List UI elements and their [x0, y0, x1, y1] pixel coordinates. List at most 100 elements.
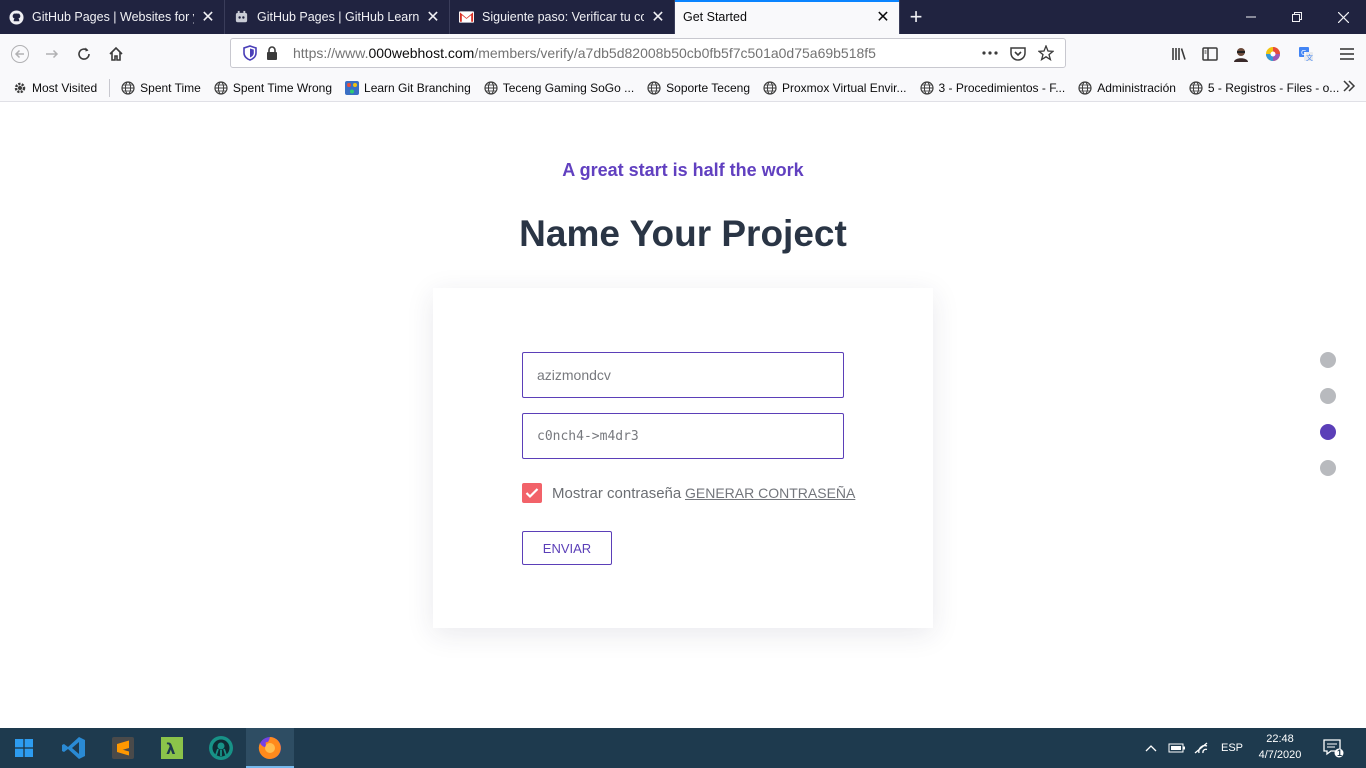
- pocket-icon[interactable]: [1007, 42, 1029, 64]
- step-dot-1[interactable]: [1320, 352, 1336, 368]
- vscode-taskbar-icon[interactable]: [50, 728, 98, 768]
- bookmark-most-visited[interactable]: Most Visited: [12, 80, 97, 96]
- action-center-button[interactable]: 1: [1322, 728, 1344, 768]
- generate-password-link[interactable]: GENERAR CONTRASEÑA: [685, 485, 855, 501]
- minimize-button[interactable]: [1228, 0, 1274, 34]
- bookmark-label: Learn Git Branching: [364, 80, 471, 95]
- color-wheel-icon[interactable]: [1257, 38, 1289, 70]
- password-input[interactable]: c0nch4->m4dr3: [522, 413, 844, 459]
- star-icon[interactable]: [1035, 42, 1057, 64]
- gear-icon: [12, 80, 28, 96]
- tab-title: GitHub Pages | Websites for you: [32, 10, 194, 24]
- battery-icon[interactable]: [1168, 728, 1186, 768]
- bookmark-label: Teceng Gaming SoGo ...: [502, 80, 635, 95]
- bookmark-teceng-gaming[interactable]: Teceng Gaming SoGo ...: [483, 80, 634, 96]
- tab-github-pages[interactable]: GitHub Pages | Websites for you ✕: [0, 0, 225, 34]
- bookmark-separator: [109, 78, 111, 97]
- bookmark-label: Proxmox Virtual Envir...: [782, 80, 907, 95]
- wifi-icon[interactable]: [1194, 728, 1210, 768]
- close-window-button[interactable]: [1320, 0, 1366, 34]
- bookmark-administracion[interactable]: Administración: [1077, 80, 1176, 96]
- globe-icon: [1077, 80, 1093, 96]
- bookmark-label: Most Visited: [32, 80, 98, 95]
- show-password-label[interactable]: Mostrar contraseña: [552, 485, 681, 502]
- git-branch-icon: [344, 80, 360, 96]
- page-tagline: A great start is half the work: [562, 160, 804, 180]
- bookmark-spent-time-wrong[interactable]: Spent Time Wrong: [213, 80, 332, 96]
- clock-date: 4/7/2020: [1258, 749, 1302, 761]
- page-content: A great start is half the work Name Your…: [0, 102, 1366, 728]
- clock[interactable]: 22:48 4/7/2020: [1252, 731, 1308, 763]
- language-indicator[interactable]: ESP: [1221, 728, 1243, 768]
- step-dot-2[interactable]: [1320, 388, 1336, 404]
- bookmark-label: Spent Time Wrong: [232, 80, 333, 95]
- bookmark-label: Spent Time: [140, 80, 201, 95]
- firefox-taskbar-icon[interactable]: [246, 728, 294, 768]
- step-indicator: [1320, 352, 1336, 496]
- more-actions-icon[interactable]: [979, 42, 1001, 64]
- submit-button[interactable]: ENVIAR: [522, 531, 612, 565]
- url-text: https://www.000webhost.com/members/verif…: [293, 45, 979, 61]
- tab-get-started[interactable]: Get Started ✕: [675, 0, 900, 34]
- start-button[interactable]: [0, 728, 48, 768]
- notification-count: 1: [1337, 748, 1343, 758]
- bookmark-label: 3 - Procedimientos - F...: [938, 80, 1066, 95]
- sidebar-icon[interactable]: [1194, 38, 1226, 70]
- show-password-checkbox[interactable]: [522, 483, 542, 503]
- url-path: /members/verify/a7db5d82008b50cb0fb5f7c5…: [474, 45, 876, 61]
- globe-icon: [213, 80, 229, 96]
- bookmark-spent-time[interactable]: Spent Time: [120, 80, 201, 96]
- bookmark-registros[interactable]: 5 - Registros - Files - o...: [1188, 80, 1339, 96]
- lock-icon[interactable]: [261, 42, 283, 64]
- windows-logo-icon: [15, 739, 33, 757]
- extension-avatar-icon[interactable]: [1225, 38, 1257, 70]
- chevron-up-icon: [1145, 745, 1157, 752]
- page-title: Name Your Project: [519, 213, 847, 254]
- close-icon[interactable]: ✕: [650, 9, 666, 26]
- gitkraken-taskbar-icon[interactable]: [197, 728, 245, 768]
- close-icon[interactable]: ✕: [425, 9, 441, 26]
- show-hidden-icons[interactable]: [1144, 728, 1158, 768]
- clock-time: 22:48: [1266, 733, 1294, 745]
- svg-text:文: 文: [1306, 53, 1313, 62]
- menu-icon[interactable]: [1331, 38, 1363, 70]
- bookmark-proxmox[interactable]: Proxmox Virtual Envir...: [762, 80, 907, 96]
- bookmark-soporte-teceng[interactable]: Soporte Teceng: [646, 80, 750, 96]
- step-dot-4[interactable]: [1320, 460, 1336, 476]
- close-icon[interactable]: ✕: [875, 9, 891, 26]
- library-icon[interactable]: [1163, 38, 1195, 70]
- chevron-double-right-icon[interactable]: [1342, 79, 1356, 96]
- bookmark-label: Administración: [1097, 80, 1176, 95]
- tab-title: GitHub Pages | GitHub Learning: [257, 10, 419, 24]
- bookmark-procedimientos[interactable]: 3 - Procedimientos - F...: [919, 80, 1066, 96]
- url-domain: 000webhost.com: [368, 45, 475, 61]
- reload-button[interactable]: [68, 38, 100, 70]
- globe-icon: [483, 80, 499, 96]
- home-button[interactable]: [100, 38, 132, 70]
- url-bar[interactable]: https://www.000webhost.com/members/verif…: [230, 38, 1066, 68]
- globe-icon: [762, 80, 778, 96]
- github-lab-icon: [233, 9, 249, 25]
- restore-button[interactable]: [1274, 0, 1320, 34]
- translate-icon[interactable]: G文: [1290, 38, 1322, 70]
- project-name-value: azizmondcv: [537, 367, 611, 383]
- step-dot-3-active[interactable]: [1320, 424, 1336, 440]
- project-name-input[interactable]: azizmondcv: [522, 352, 844, 398]
- forward-button[interactable]: [36, 38, 68, 70]
- navigation-toolbar: https://www.000webhost.com/members/verif…: [0, 34, 1366, 74]
- url-prefix: https://www.: [293, 45, 369, 61]
- shield-icon[interactable]: [239, 42, 261, 64]
- close-icon[interactable]: ✕: [200, 9, 216, 26]
- back-button[interactable]: [4, 38, 36, 70]
- new-tab-button[interactable]: +: [900, 0, 932, 34]
- lambda-app-taskbar-icon[interactable]: λ: [148, 728, 196, 768]
- bookmark-learn-git-branching[interactable]: Learn Git Branching: [344, 80, 471, 96]
- globe-icon: [646, 80, 662, 96]
- checkmark-icon: [525, 488, 539, 499]
- tab-gmail[interactable]: Siguiente paso: Verificar tu corr ✕: [450, 0, 675, 34]
- bookmarks-toolbar: Most Visited Spent Time Spent Time Wrong…: [0, 74, 1366, 102]
- tab-bar: GitHub Pages | Websites for you ✕ GitHub…: [0, 0, 1366, 34]
- sublime-text-taskbar-icon[interactable]: [99, 728, 147, 768]
- tab-github-learning[interactable]: GitHub Pages | GitHub Learning ✕: [225, 0, 450, 34]
- tab-title: Get Started: [683, 10, 747, 24]
